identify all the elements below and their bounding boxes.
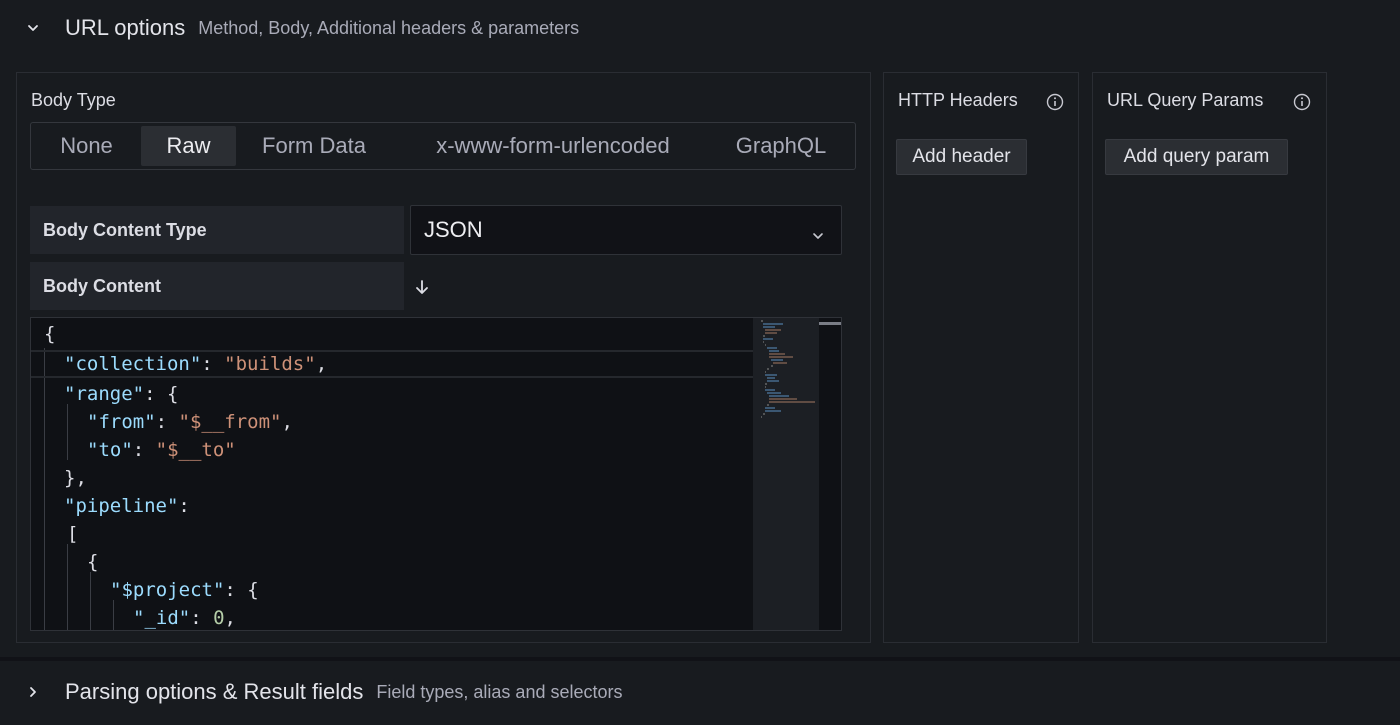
section-title: Parsing options & Result fields: [65, 679, 364, 704]
code-line: },: [64, 467, 87, 489]
url-query-params-title: URL Query Params: [1107, 90, 1264, 110]
body-panel: Body Type None Raw Form Data x-www-form-…: [16, 72, 871, 643]
download-arrow-icon[interactable]: [413, 278, 431, 298]
http-headers-panel: HTTP Headers Add header: [883, 72, 1079, 643]
code-line: "range": {: [64, 383, 179, 405]
add-header-button[interactable]: Add header: [896, 139, 1027, 175]
chevron-down-icon: [811, 223, 825, 239]
code-line: "pipeline":: [64, 495, 190, 517]
body-type-label: Body Type: [31, 90, 116, 110]
body-content-type-select[interactable]: JSON: [410, 205, 842, 255]
code-line: "from": "$__from",: [87, 411, 293, 433]
code-line: {: [44, 323, 56, 345]
code-line: "to": "$__to": [87, 439, 236, 461]
chevron-right-icon[interactable]: [26, 685, 40, 699]
url-options-section: URL options Method, Body, Additional hea…: [0, 0, 1400, 657]
body-type-urlencoded[interactable]: x-www-form-urlencoded: [403, 126, 703, 166]
code-area[interactable]: { "collection": "builds", "range": { "fr…: [31, 318, 753, 630]
http-headers-title: HTTP Headers: [898, 90, 1018, 110]
scrollbar-thumb[interactable]: [819, 322, 841, 325]
section-subtitle: Field types, alias and selectors: [376, 681, 623, 702]
code-line: "collection": "builds",: [31, 350, 753, 378]
chevron-down-icon[interactable]: [26, 21, 40, 35]
parsing-options-header[interactable]: Parsing options & Result fields Field ty…: [0, 664, 1400, 720]
editor-minimap[interactable]: [753, 318, 819, 630]
editor-scrollbar[interactable]: [819, 318, 841, 630]
body-content-type-label: Body Content Type: [30, 206, 404, 254]
code-line: "$project": {: [110, 579, 259, 601]
body-type-graphql[interactable]: GraphQL: [721, 126, 841, 166]
select-value: JSON: [424, 217, 483, 242]
code-editor[interactable]: { "collection": "builds", "range": { "fr…: [30, 317, 842, 631]
body-type-radio-group: None Raw Form Data x-www-form-urlencoded…: [30, 122, 856, 170]
add-query-param-button[interactable]: Add query param: [1105, 139, 1288, 175]
code-line: {: [87, 551, 99, 573]
url-options-header[interactable]: URL options Method, Body, Additional hea…: [0, 0, 1400, 56]
info-icon[interactable]: [1293, 93, 1311, 111]
body-type-raw[interactable]: Raw: [141, 126, 236, 166]
section-subtitle: Method, Body, Additional headers & param…: [198, 17, 580, 38]
parsing-options-section: Parsing options & Result fields Field ty…: [0, 661, 1400, 725]
body-type-none[interactable]: None: [34, 126, 139, 166]
code-line: "_id": 0,: [133, 607, 236, 629]
section-title: URL options: [65, 15, 186, 40]
code-line: [: [67, 523, 79, 545]
info-icon[interactable]: [1046, 93, 1064, 111]
body-content-label: Body Content: [30, 262, 404, 310]
url-query-params-panel: URL Query Params Add query param: [1092, 72, 1327, 643]
body-type-form-data[interactable]: Form Data: [243, 126, 385, 166]
